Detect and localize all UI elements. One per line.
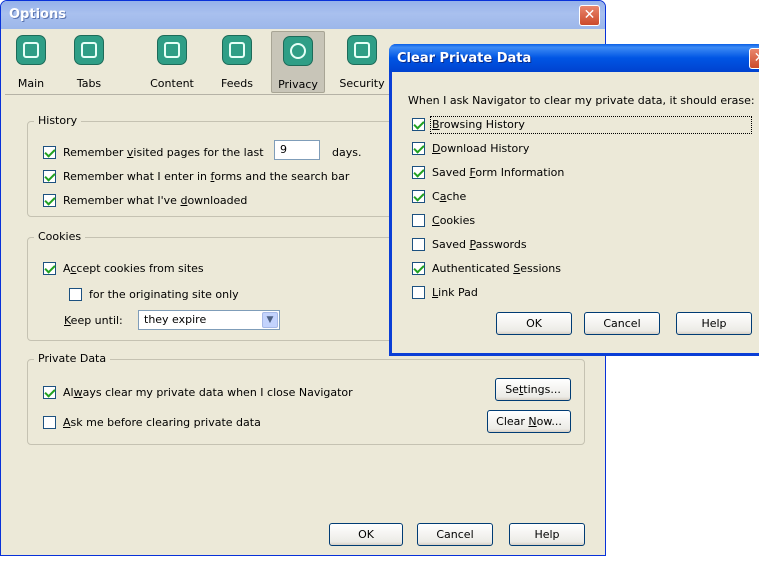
download-history-label: Download History [432, 142, 530, 155]
tab-main[interactable]: Main [11, 31, 51, 93]
dialog-intro: When I ask Navigator to clear my private… [408, 94, 755, 107]
tab-label: Security [339, 77, 385, 90]
originating-only-checkbox[interactable] [69, 288, 82, 301]
authenticated-sessions-checkbox[interactable] [412, 262, 425, 275]
download-history-checkbox[interactable] [412, 142, 425, 155]
item-saved-form-information[interactable]: Saved Form Information [412, 166, 712, 182]
cookies-group: Cookies Accept cookies from sites for th… [27, 230, 397, 341]
accept-cookies-label: Accept cookies from sites [63, 262, 204, 275]
options-titlebar[interactable]: Options ✕ [1, 1, 605, 29]
saved-form-information-checkbox[interactable] [412, 166, 425, 179]
item-download-history[interactable]: Download History [412, 142, 712, 158]
history-group: History Remember visited pages for the l… [27, 114, 397, 217]
accept-cookies-row[interactable]: Accept cookies from sites [43, 262, 343, 278]
item-saved-passwords[interactable]: Saved Passwords [412, 238, 712, 254]
link-pad-checkbox[interactable] [412, 286, 425, 299]
content-icon [157, 35, 187, 65]
saved-passwords-label: Saved Passwords [432, 238, 527, 251]
tab-label: Feeds [221, 77, 253, 90]
ask-before-checkbox[interactable] [43, 416, 56, 429]
dialog-title: Clear Private Data [397, 51, 532, 66]
dialog-cancel-button[interactable]: Cancel [584, 312, 660, 335]
authenticated-sessions-label: Authenticated Sessions [432, 262, 561, 275]
item-authenticated-sessions[interactable]: Authenticated Sessions [412, 262, 712, 278]
originating-row[interactable]: for the originating site only [69, 288, 369, 304]
tab-privacy[interactable]: Privacy [271, 31, 325, 93]
cancel-button[interactable]: Cancel [417, 523, 493, 546]
cookies-checkbox[interactable] [412, 214, 425, 227]
window-title: Options [9, 7, 66, 22]
browsing-history-label: Browsing History [430, 116, 752, 134]
item-cache[interactable]: Cache [412, 190, 712, 206]
originating-only-label: for the originating site only [89, 288, 239, 301]
remember-downloads-row[interactable]: Remember what I've downloaded [43, 194, 383, 210]
ok-button[interactable]: OK [329, 523, 403, 546]
always-clear-row[interactable]: Always clear my private data when I clos… [43, 386, 403, 402]
dialog-help-button[interactable]: Help [676, 312, 752, 335]
close-icon: ✕ [583, 7, 596, 23]
dialog-titlebar[interactable]: Clear Private Data ✕ [389, 44, 759, 72]
tab-label: Main [17, 77, 45, 90]
item-cookies[interactable]: Cookies [412, 214, 712, 230]
remember-visited-label: Remember visited pages for the last [63, 146, 264, 159]
remember-forms-label: Remember what I enter in forms and the s… [63, 170, 350, 183]
ask-before-label: Ask me before clearing private data [63, 416, 261, 429]
remember-visited-checkbox[interactable] [43, 146, 56, 159]
always-clear-label: Always clear my private data when I clos… [63, 386, 353, 399]
dialog-close-button[interactable]: ✕ [749, 48, 759, 69]
remember-downloads-checkbox[interactable] [43, 194, 56, 207]
item-browsing-history[interactable]: Browsing History [412, 116, 752, 134]
remember-downloads-label: Remember what I've downloaded [63, 194, 248, 207]
item-link-pad[interactable]: Link Pad [412, 286, 712, 302]
feeds-icon [222, 35, 252, 65]
dialog-ok-button[interactable]: OK [496, 312, 572, 335]
private-data-legend: Private Data [34, 352, 111, 365]
accept-cookies-checkbox[interactable] [43, 262, 56, 275]
history-legend: History [34, 114, 82, 127]
cookies-legend: Cookies [34, 230, 86, 243]
keep-until-label: Keep until: [64, 314, 123, 327]
settings-button[interactable]: Settings... [495, 378, 571, 401]
tabs-icon [74, 35, 104, 65]
tab-label: Content [150, 77, 194, 90]
always-clear-checkbox[interactable] [43, 386, 56, 399]
tab-content[interactable]: Content [145, 31, 199, 93]
clear-private-data-dialog: Clear Private Data ✕ When I ask Navigato… [389, 44, 759, 356]
keep-until-value: they expire [144, 313, 207, 326]
chevron-down-icon[interactable]: ▼ [262, 312, 278, 328]
cache-label: Cache [432, 190, 467, 203]
keep-until-select[interactable]: they expire ▼ [138, 310, 280, 330]
clear-now-button[interactable]: Clear Now... [487, 410, 571, 433]
tab-label: Tabs [76, 77, 102, 90]
saved-form-information-label: Saved Form Information [432, 166, 565, 179]
tab-feeds[interactable]: Feeds [215, 31, 259, 93]
saved-passwords-checkbox[interactable] [412, 238, 425, 251]
close-icon: ✕ [754, 50, 759, 66]
help-button[interactable]: Help [509, 523, 585, 546]
cache-checkbox[interactable] [412, 190, 425, 203]
cookies-label: Cookies [432, 214, 476, 227]
private-data-group: Private Data Always clear my private dat… [27, 352, 585, 445]
days-label: days. [332, 146, 362, 159]
link-pad-label: Link Pad [432, 286, 478, 299]
tab-tabs[interactable]: Tabs [69, 31, 109, 93]
close-button[interactable]: ✕ [579, 5, 600, 26]
tab-label: Privacy [278, 78, 318, 91]
browsing-history-checkbox[interactable] [412, 118, 425, 131]
remember-forms-checkbox[interactable] [43, 170, 56, 183]
main-icon [16, 35, 46, 65]
remember-forms-row[interactable]: Remember what I enter in forms and the s… [43, 170, 383, 186]
ask-before-row[interactable]: Ask me before clearing private data [43, 416, 343, 432]
tab-security[interactable]: Security [335, 31, 389, 93]
days-input[interactable]: 9 [274, 140, 320, 160]
security-icon [347, 35, 377, 65]
privacy-icon [283, 36, 313, 66]
